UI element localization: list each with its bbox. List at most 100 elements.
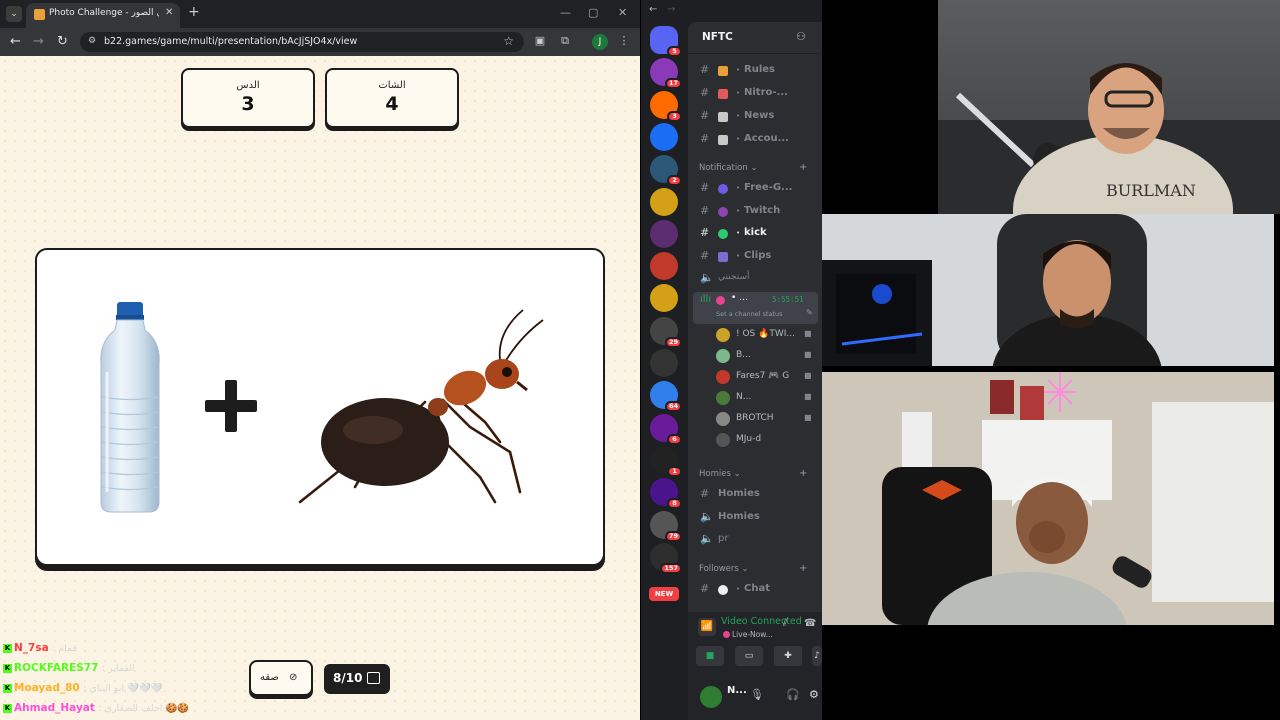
channel-news[interactable]: # • News: [698, 108, 818, 126]
server-icon[interactable]: 8: [650, 478, 682, 510]
browser-tab[interactable]: Photo Challenge - تحدي الصور ✕: [26, 3, 180, 28]
server-icon[interactable]: 157: [650, 542, 682, 574]
voice-user[interactable]: BROTCH ■: [716, 410, 816, 428]
mention-badge: 79: [664, 530, 682, 542]
channel-label: Free-G...: [744, 182, 793, 193]
user-avatar[interactable]: [700, 686, 722, 708]
voice-user[interactable]: N... ■: [716, 389, 816, 407]
server-icon[interactable]: [650, 219, 678, 248]
voice-user[interactable]: Fares7 🎮 G ■: [716, 368, 816, 386]
headphones-icon[interactable]: 🎧: [786, 688, 800, 701]
add-channel-icon[interactable]: +: [799, 162, 807, 173]
forward-button[interactable]: →: [33, 34, 44, 49]
activities-button[interactable]: ✚: [774, 646, 802, 666]
close-window-button[interactable]: ✕: [618, 6, 627, 19]
reload-button[interactable]: ↻: [57, 34, 68, 49]
server-icon[interactable]: 3: [650, 90, 682, 122]
channel-chat[interactable]: # • Chat: [698, 581, 818, 599]
channel-twitch[interactable]: # • Twitch: [698, 203, 818, 221]
tab-search-button[interactable]: ⌄: [6, 6, 22, 22]
soundboard-button[interactable]: ♪: [812, 646, 822, 666]
discord-back-icon[interactable]: ←: [649, 4, 657, 15]
add-channel-icon[interactable]: +: [799, 563, 807, 574]
channel-emoji-icon: [718, 89, 728, 99]
camera-button[interactable]: ■: [696, 646, 724, 666]
channel-homies-voice[interactable]: 🔈 Homies: [698, 509, 818, 527]
address-bar: ← → ↻ ⚙ b22.games/game/multi/presentatio…: [0, 28, 640, 56]
voice-channel-arabic[interactable]: 🔈 أستجنني: [698, 270, 818, 288]
back-button[interactable]: ←: [10, 34, 21, 49]
profile-avatar[interactable]: J: [592, 34, 608, 50]
server-icon[interactable]: [650, 122, 678, 151]
discord-forward-icon[interactable]: →: [667, 4, 675, 15]
channel-clips[interactable]: # • Clips: [698, 248, 818, 266]
voice-timer: 5:55:51: [772, 295, 804, 304]
invite-people-icon[interactable]: ⚇: [796, 30, 806, 43]
settings-gear-icon[interactable]: ⚙: [809, 688, 819, 701]
category-notification[interactable]: Notification ⌄: [699, 163, 758, 173]
channel-label: Homies: [718, 488, 760, 499]
url-field[interactable]: ⚙ b22.games/game/multi/presentation/bAcJ…: [80, 32, 524, 52]
extensions-icon[interactable]: ⧉: [558, 34, 572, 48]
set-channel-status[interactable]: Set a channel status: [716, 310, 783, 318]
add-channel-icon[interactable]: +: [799, 468, 807, 479]
server-icon[interactable]: 29: [650, 316, 682, 348]
server-icon[interactable]: 17: [650, 58, 682, 90]
webcam-feed-1: BURLMAN: [938, 0, 1280, 214]
channel-kick[interactable]: # • kick: [698, 225, 818, 243]
server-icon[interactable]: [650, 187, 678, 216]
score-card-team: الدس 3: [181, 68, 315, 128]
server-icon[interactable]: [650, 349, 678, 377]
category-homies[interactable]: Homies ⌄: [699, 469, 741, 479]
media-icon[interactable]: ▣: [533, 34, 547, 48]
score-team-name: الدس: [236, 80, 260, 91]
user-avatar: [716, 328, 730, 342]
bookmark-star-icon[interactable]: ☆: [503, 34, 514, 48]
site-info-icon[interactable]: ⚙: [88, 36, 96, 46]
server-header[interactable]: NFTC ⚇: [688, 22, 822, 54]
microphone-icon[interactable]: 🎙: [750, 688, 764, 701]
server-icon[interactable]: 1: [650, 445, 682, 477]
server-icon[interactable]: 6: [650, 413, 682, 445]
menu-kebab-icon[interactable]: ⋮: [617, 34, 631, 48]
mention-badge: 157: [660, 562, 682, 574]
close-tab-icon[interactable]: ✕: [165, 7, 173, 18]
disconnect-icon[interactable]: ☎: [804, 618, 816, 629]
minimize-button[interactable]: —: [560, 6, 571, 19]
discord-home-icon[interactable]: 5: [650, 26, 682, 57]
channel-accounts[interactable]: # • Accou...: [698, 131, 818, 149]
channel-label: pr: [718, 533, 729, 544]
maximize-button[interactable]: ▢: [588, 6, 598, 19]
channel-nitro[interactable]: # • Nitro-...: [698, 85, 818, 103]
mention-badge: 8: [667, 498, 682, 510]
active-voice-channel[interactable]: ıllı • … 5:55:51 Set a channel status ✎: [693, 292, 818, 324]
channel-rules[interactable]: # • Rules: [698, 62, 818, 80]
server-icon[interactable]: 64: [650, 381, 682, 413]
channel-free-games[interactable]: # • Free-G...: [698, 180, 818, 198]
voice-user[interactable]: B... ■: [716, 347, 816, 365]
connection-icon[interactable]: 📶: [698, 618, 716, 636]
stream-chat-overlay: K N_7sa : قمام K ROCKFARES77 : الفماير K Mo…: [3, 642, 253, 720]
pencil-icon[interactable]: ✎: [806, 308, 813, 317]
rtc-channel[interactable]: Live-Now...: [732, 630, 773, 639]
skip-button[interactable]: صقه ⊘: [249, 660, 313, 696]
plus-icon: [205, 380, 257, 432]
voice-user[interactable]: MJu-d: [716, 431, 816, 449]
server-icon[interactable]: [650, 252, 678, 281]
voice-user[interactable]: ! OS 🔥TWI... ■: [716, 326, 816, 344]
noise-suppression-icon[interactable]: ⫽: [783, 618, 787, 629]
game-page: الدس 3 الشات 4 صقه ⊘ 8/10 K N_7sa: قمام…: [0, 56, 640, 720]
server-icon[interactable]: 79: [650, 510, 682, 542]
server-icon[interactable]: 2: [650, 155, 682, 187]
channel-emoji-icon: [718, 112, 728, 122]
new-tab-button[interactable]: +: [188, 4, 200, 20]
category-followers[interactable]: Followers ⌄: [699, 564, 749, 574]
video-camera-icon: ■: [804, 329, 812, 338]
channel-pr-voice[interactable]: 🔈 pr: [698, 531, 818, 549]
video-camera-icon: ■: [804, 371, 812, 380]
screen-share-button[interactable]: ▭: [735, 646, 763, 666]
hash-icon: #: [700, 181, 710, 194]
mention-badge: 5: [667, 46, 682, 57]
server-icon[interactable]: [650, 284, 678, 313]
channel-homies-text[interactable]: # Homies: [698, 486, 818, 504]
